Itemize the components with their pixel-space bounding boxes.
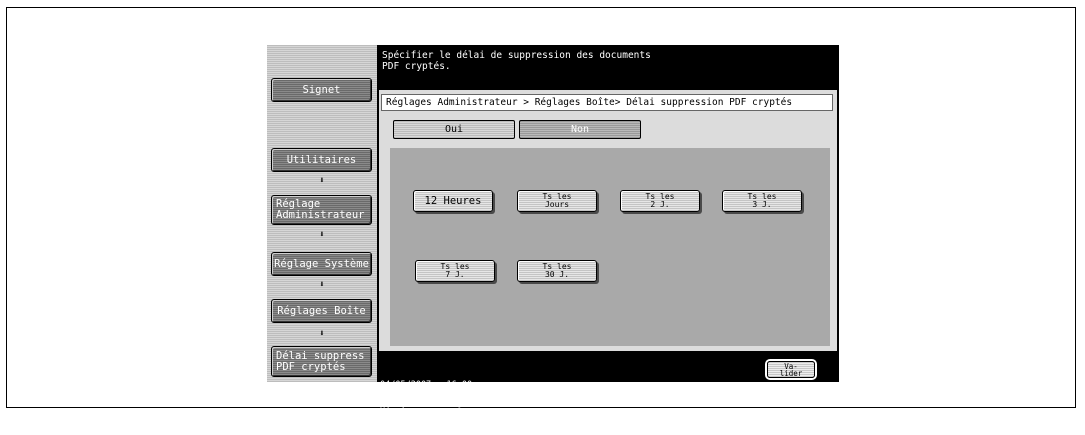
- oui-tab[interactable]: Oui: [393, 120, 515, 139]
- status-bar: 04/05/2007 16:00 Mémoire 0%: [380, 363, 472, 435]
- option-ts-les-2-j[interactable]: Ts les 2 J.: [620, 190, 700, 212]
- option-ts-les-30-j[interactable]: Ts les 30 J.: [517, 260, 597, 282]
- nav-delai-suppression[interactable]: Délai suppress PDF cryptés: [271, 346, 372, 377]
- nav-reglage-systeme[interactable]: Réglage Système: [271, 252, 372, 276]
- instruction-message: Spécifier le délai de suppression des do…: [382, 50, 651, 72]
- signet-button[interactable]: Signet: [271, 78, 372, 102]
- option-12-heures[interactable]: 12 Heures: [413, 190, 493, 212]
- valider-button[interactable]: Va- lider: [767, 361, 815, 378]
- down-arrow-icon: ⬇: [319, 230, 325, 240]
- down-arrow-icon: ⬇: [319, 280, 325, 290]
- control-panel-screen: Signet Utilitaires ⬇ Réglage Administrat…: [267, 45, 839, 417]
- date-time: 04/05/2007 16:00: [380, 380, 473, 390]
- non-tab[interactable]: Non: [519, 120, 641, 139]
- options-area: [390, 148, 830, 346]
- nav-utilitaires[interactable]: Utilitaires: [271, 148, 372, 172]
- down-arrow-icon: ⬇: [319, 176, 325, 186]
- option-ts-les-3-j[interactable]: Ts les 3 J.: [722, 190, 802, 212]
- down-arrow-icon: ⬇: [319, 329, 325, 339]
- option-ts-les-7-j[interactable]: Ts les 7 J.: [415, 260, 495, 282]
- nav-reglage-administrateur[interactable]: Réglage Administrateur: [271, 195, 372, 225]
- breadcrumb: Réglages Administrateur > Réglages Boîte…: [381, 94, 833, 111]
- left-navigation: Signet Utilitaires ⬇ Réglage Administrat…: [267, 45, 377, 382]
- option-ts-les-jours[interactable]: Ts les Jours: [517, 190, 597, 212]
- nav-reglages-boite[interactable]: Réglages Boîte: [271, 299, 372, 323]
